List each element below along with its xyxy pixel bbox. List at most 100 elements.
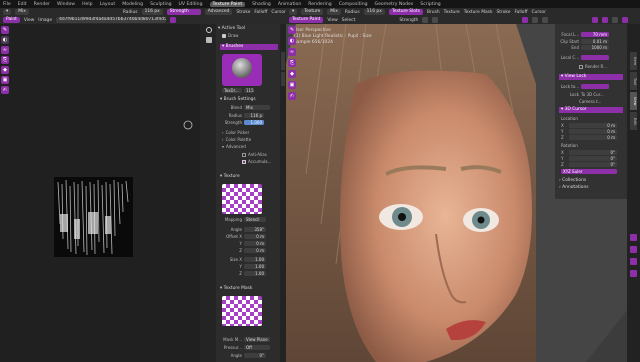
smear-tool-icon[interactable]: ≈ [1,46,9,54]
strength-field-side[interactable]: 1.000 [244,120,264,125]
clip-end-field[interactable]: 1000 m [581,45,609,50]
angle-field[interactable]: 358° [244,227,266,232]
vp-clone-tool-icon[interactable]: ⎘ [288,59,296,67]
texture-header[interactable]: ▾ Texture [220,174,280,180]
tool-tab[interactable] [281,52,285,70]
vp-annotate-tool-icon[interactable]: ✍ [288,92,296,100]
clip-start-field[interactable]: 0.01 m [581,39,609,44]
mask-angle-field[interactable]: 0° [244,353,266,358]
image-name-field[interactable]: 4d7f9b11d99d3f4a4a4d57bb3740b4d80713f4d5… [56,17,167,23]
tab-animation[interactable]: Animation [278,2,301,7]
lock-object-field[interactable] [581,84,609,89]
brush-name-field[interactable]: TexDr... [222,88,242,93]
vp-soften-tool-icon[interactable]: ◐ [288,37,296,45]
shading-material-icon[interactable] [612,17,619,23]
menu-edit[interactable]: Edit [18,2,27,7]
size-x-field[interactable]: 1.00 [244,257,266,262]
cursor-menu[interactable]: Cursor [271,10,285,15]
pressure-dropdown[interactable]: Off [244,345,270,350]
vp-cursor-menu[interactable]: Cursor [531,10,545,15]
falloff-menu[interactable]: Falloff [254,10,267,15]
nav-pan-icon[interactable] [630,246,637,253]
strength-slider[interactable]: Strength [166,9,201,15]
vp-fill-tool-icon[interactable]: ◆ [288,70,296,78]
texture-slots-dropdown[interactable]: Texture Slots [388,9,423,15]
texture-mask-header[interactable]: ▾ Texture Mask [220,286,280,292]
render-region-row[interactable]: Render R... [579,64,607,69]
active-tool-header[interactable]: ▾ Active Tool [218,26,278,32]
view-menu[interactable]: View [24,18,34,23]
tab-rendering[interactable]: Rendering [308,2,331,7]
local-camera-field[interactable] [581,55,609,60]
image-tab[interactable] [281,72,285,86]
radius-field-side[interactable]: 116 p [244,113,264,118]
offset-x-field[interactable]: 0 m [244,234,266,239]
pin-icon[interactable] [170,17,177,23]
vp-mask-tool-icon[interactable]: ▣ [288,81,296,89]
editor-type-button[interactable]: ▾ [3,9,12,15]
image-editor-canvas[interactable] [10,24,200,362]
collections-header[interactable]: › Collections [559,178,619,184]
render-region-checkbox[interactable] [579,64,583,69]
nav-camera-icon[interactable] [630,258,637,265]
tab-modeling[interactable]: Modeling [122,2,143,7]
loc-y-field[interactable]: 0 m [569,129,617,134]
menu-window[interactable]: Window [57,2,75,7]
loc-z-field[interactable]: 0 m [569,135,617,140]
vp-smear-tool-icon[interactable]: ≈ [288,48,296,56]
advanced-menu[interactable]: Advanced [204,9,233,15]
rot-y-field[interactable]: 0° [569,156,617,161]
rot-x-field[interactable]: 0° [569,150,617,155]
vp-brush-menu[interactable]: Brush [427,10,440,15]
accumulate-checkbox[interactable] [242,159,246,164]
size-y-field[interactable]: 1.00 [244,264,266,269]
advanced-row[interactable]: ▾ Advanced [222,144,246,149]
texture-dropdown[interactable]: Texture [301,9,324,15]
brush-preview-tile[interactable] [222,54,262,86]
radius-field[interactable]: 116 px [141,9,163,15]
tab-edit[interactable]: Edit [630,112,637,130]
menu-render[interactable]: Render [34,2,50,7]
menu-file[interactable]: File [3,2,11,7]
tab-item[interactable]: Item [630,52,637,70]
clone-tool-icon[interactable]: ⎘ [1,56,9,64]
view-lock-header[interactable]: ▾ View Lock [559,74,623,80]
size-z-field[interactable]: 1.00 [244,271,266,276]
mapping-dropdown[interactable]: Stencil [244,217,266,222]
vp-radius-field[interactable]: 116 px [363,9,385,15]
tab-texture-paint[interactable]: Texture Paint [209,1,246,7]
to-3d-cursor-toggle[interactable]: To 3D Cur... [581,92,604,97]
vp-falloff-menu[interactable]: Falloff [515,10,528,15]
zoom-icon[interactable] [206,27,212,33]
texture-mask-preview[interactable] [222,296,262,326]
rotation-mode-dropdown[interactable]: XYZ Euler [561,169,617,174]
tab-uv-editing[interactable]: UV Editing [179,2,203,7]
symmetry-z-icon[interactable] [542,17,549,23]
vp-blend-dropdown[interactable]: Mix [327,9,341,15]
stroke-menu[interactable]: Stroke [236,10,250,15]
editor-type-button-3d[interactable]: ▾ [289,9,298,15]
tab-geometry-nodes[interactable]: Geometry Nodes [375,2,414,7]
hand-icon[interactable] [206,37,212,43]
color-palette-row[interactable]: › Color Palette [222,137,251,142]
soften-tool-icon[interactable]: ◐ [1,36,9,44]
accumulate-row[interactable]: Accumula... [242,159,271,164]
vp-select-menu[interactable]: Select [342,18,356,23]
nav-ortho-icon[interactable] [630,270,637,277]
anti-alias-row[interactable]: Anti-Alias [242,152,267,157]
camera-to-view-row[interactable]: Camera t... [579,99,601,104]
draw-tool-icon[interactable]: ✎ [1,26,9,34]
draw-tool-row[interactable]: Draw [222,33,238,38]
3d-cursor-header[interactable]: ▾ 3D Cursor [559,107,623,113]
focal-field[interactable]: 70 mm [581,32,609,37]
blend-dropdown[interactable]: Mix [15,9,29,15]
brush-settings-header[interactable]: ▾ Brush Settings [220,97,280,103]
shading-rendered-icon[interactable] [622,17,629,23]
rot-z-field[interactable]: 0° [569,162,617,167]
texture-preview[interactable] [222,184,262,214]
vertex-mask-icon[interactable] [432,17,439,23]
offset-z-field[interactable]: 0 m [244,248,266,253]
symmetry-x-icon[interactable] [522,17,529,23]
annotations-header[interactable]: › Annotations [559,185,619,191]
face-mask-icon[interactable] [422,17,429,23]
